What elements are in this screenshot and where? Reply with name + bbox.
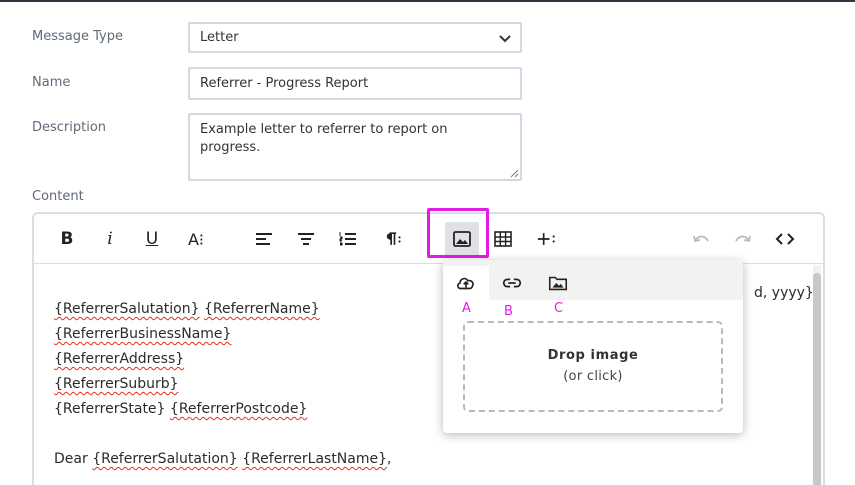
content-text: ,	[387, 451, 392, 467]
content-text: Dear	[54, 451, 93, 467]
underline-button[interactable]: U	[139, 226, 165, 252]
description-textarea[interactable]: Example letter to referrer to report on …	[188, 113, 522, 181]
upload-cloud-icon	[457, 277, 474, 290]
bold-button[interactable]: B	[54, 226, 80, 252]
undo-button[interactable]	[688, 226, 714, 252]
numbered-list-icon	[339, 232, 356, 246]
content-text: {ReferrerLastName}	[242, 451, 388, 467]
top-bar	[0, 0, 855, 2]
message-type-select[interactable]: Letter	[188, 22, 522, 53]
image-drop-zone[interactable]: Drop image (or click)	[463, 321, 723, 412]
content-text: {ReferrerSalutation}	[92, 451, 238, 467]
name-input[interactable]: Referrer - Progress Report	[188, 67, 522, 100]
image-insert-popup: A B C Drop image (or click)	[443, 260, 743, 433]
italic-button[interactable]: i	[97, 226, 123, 252]
date-placeholder-text: d, yyyy}	[754, 285, 814, 301]
image-gallery-icon	[548, 276, 568, 291]
annotation-c: C	[554, 301, 564, 316]
underline-label: U	[145, 229, 159, 249]
font-size-label: A⁝	[187, 229, 205, 249]
name-label: Name	[32, 75, 71, 90]
insert-more-button[interactable]	[532, 226, 562, 252]
resize-handle-icon[interactable]	[509, 168, 519, 178]
paragraph-button[interactable]	[377, 226, 407, 252]
annotation-b: B	[504, 304, 513, 319]
tab-link[interactable]	[489, 266, 535, 300]
content-line: {ReferrerBusinessName}	[54, 326, 231, 342]
message-type-label: Message Type	[32, 29, 123, 44]
scrollbar-thumb[interactable]	[813, 273, 821, 485]
content-text: {ReferrerSuburb}	[54, 376, 179, 392]
content-line: {ReferrerAddress}	[54, 351, 184, 367]
description-label: Description	[32, 120, 107, 135]
highlight-box	[427, 208, 489, 258]
font-size-button[interactable]: A⁝	[181, 226, 211, 252]
content-label: Content	[32, 189, 84, 204]
content-line: {ReferrerSalutation} {ReferrerName}	[54, 301, 320, 317]
italic-label: i	[107, 229, 113, 249]
code-icon	[775, 233, 795, 245]
align-left-button[interactable]	[251, 226, 277, 252]
annotation-a: A	[462, 301, 471, 316]
source-code-button[interactable]	[772, 226, 798, 252]
redo-icon	[735, 235, 751, 243]
link-icon	[502, 278, 522, 288]
plus-icon	[537, 233, 555, 245]
paragraph-icon	[386, 232, 401, 245]
list-button[interactable]	[335, 226, 361, 252]
align-center-icon	[298, 233, 314, 245]
content-text: {ReferrerName}	[203, 301, 320, 317]
content-line: {ReferrerSuburb}	[54, 376, 179, 392]
undo-icon	[693, 235, 709, 243]
message-type-value: Letter	[200, 30, 239, 45]
tab-gallery[interactable]	[535, 266, 581, 300]
description-value: Example letter to referrer to report on …	[200, 122, 448, 155]
drop-zone-title: Drop image	[547, 348, 639, 363]
chevron-down-icon	[499, 35, 511, 43]
table-icon	[494, 231, 512, 247]
drop-zone-subtitle: (or click)	[563, 369, 623, 384]
redo-button[interactable]	[730, 226, 756, 252]
content-text: {ReferrerPostcode}	[169, 401, 308, 417]
align-center-button[interactable]	[293, 226, 319, 252]
bold-label: B	[60, 229, 74, 249]
content-text: {ReferrerAddress}	[54, 351, 185, 367]
content-line: Dear {ReferrerSalutation} {ReferrerLastN…	[54, 451, 391, 467]
align-left-icon	[256, 233, 272, 245]
tab-upload[interactable]	[443, 266, 489, 300]
content-text: {ReferrerState}	[54, 401, 166, 417]
content-line: {ReferrerState} {ReferrerPostcode}	[54, 401, 307, 417]
content-text: {ReferrerBusinessName}	[54, 326, 232, 342]
insert-table-button[interactable]	[490, 226, 516, 252]
content-text: {ReferrerSalutation}	[54, 301, 200, 317]
popup-tab-bar	[443, 260, 743, 300]
scrollbar[interactable]	[813, 265, 821, 485]
